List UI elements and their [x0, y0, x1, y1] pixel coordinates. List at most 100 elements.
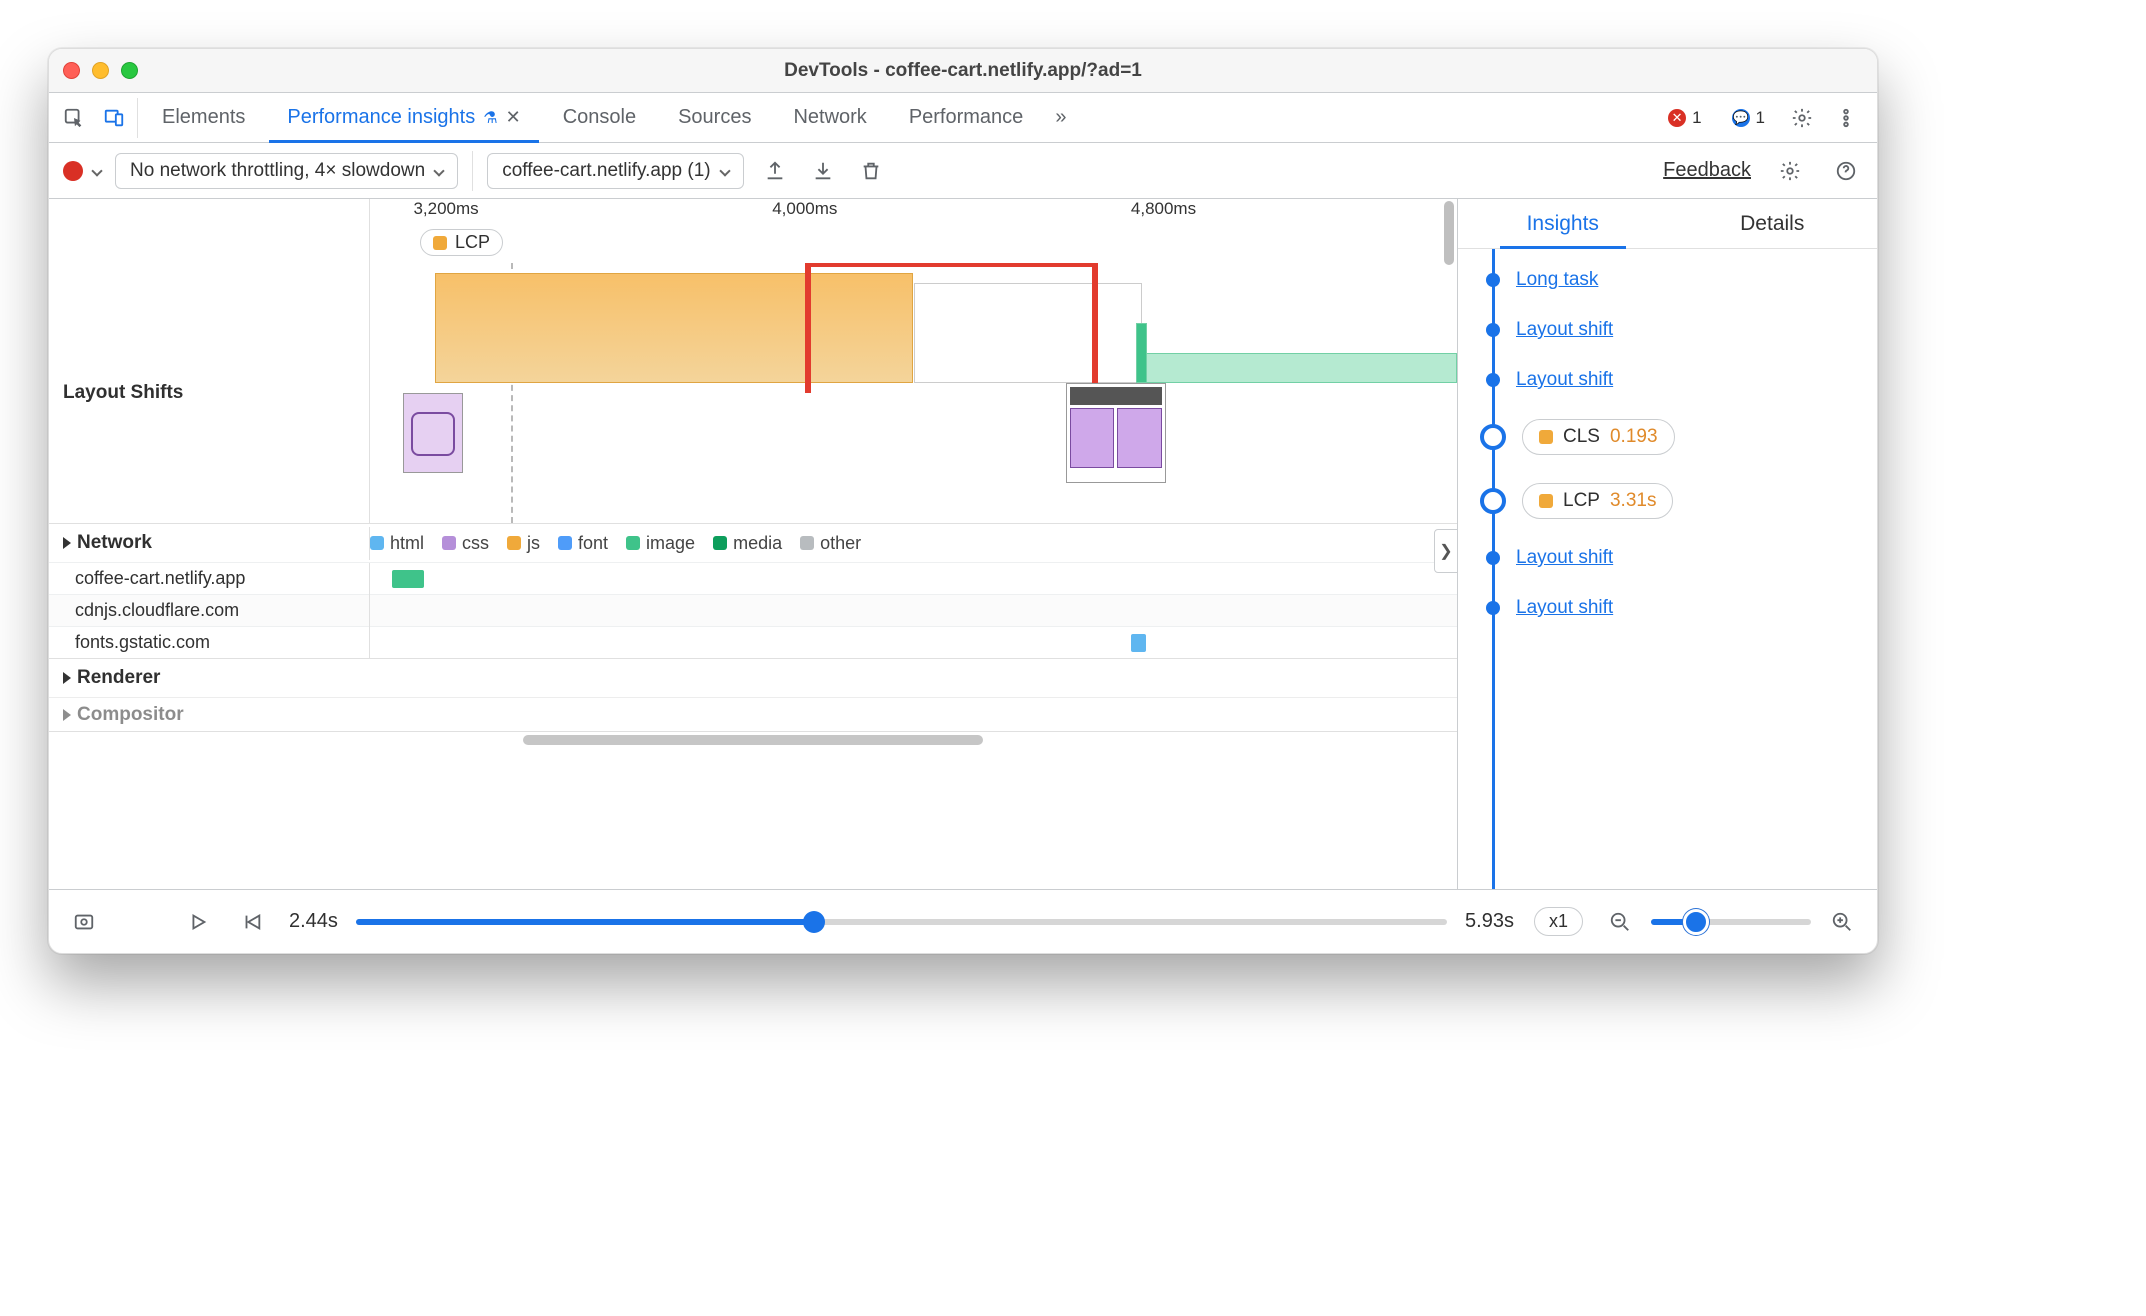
insight-item[interactable]: Layout shift: [1472, 355, 1857, 405]
lcp-pill-label: LCP: [455, 232, 490, 253]
timeline-node-icon: [1486, 273, 1500, 287]
recording-toolbar: No network throttling, 4× slowdown coffe…: [49, 143, 1877, 199]
screenshot-thumbnail[interactable]: [403, 393, 463, 473]
page-select[interactable]: coffee-cart.netlify.app (1): [487, 153, 743, 189]
slider-handle[interactable]: [803, 911, 825, 933]
import-icon[interactable]: [806, 154, 840, 188]
zoom-in-icon[interactable]: [1825, 905, 1859, 939]
error-badge[interactable]: ✕ 1: [1658, 106, 1711, 130]
speed-label: x1: [1549, 911, 1568, 931]
tab-performance-insights[interactable]: Performance insights ⚗ ✕: [269, 93, 538, 142]
delete-icon[interactable]: [854, 154, 888, 188]
legend-font: font: [578, 533, 608, 554]
record-button[interactable]: [63, 161, 83, 181]
slider-handle[interactable]: [1683, 909, 1709, 935]
panel-body: 3,200ms 4,000ms 4,800ms LCP Layout Shift…: [49, 199, 1877, 889]
more-menu-icon[interactable]: [1829, 101, 1863, 135]
message-icon: 💬: [1732, 109, 1750, 127]
collapse-sidebar-button[interactable]: ❯: [1434, 529, 1457, 573]
export-icon[interactable]: [758, 154, 792, 188]
insight-item[interactable]: Layout shift: [1472, 305, 1857, 355]
insight-item-metric[interactable]: LCP 3.31s: [1472, 469, 1857, 533]
legend-js: js: [527, 533, 540, 554]
zoom-out-icon[interactable]: [1603, 905, 1637, 939]
main-tabstrip: Elements Performance insights ⚗ ✕ Consol…: [49, 93, 1877, 143]
time-ruler[interactable]: 3,200ms 4,000ms 4,800ms: [370, 199, 1457, 225]
range-end-label: 5.93s: [1465, 910, 1514, 933]
rewind-icon[interactable]: [235, 905, 269, 939]
insight-link[interactable]: Layout shift: [1516, 319, 1613, 341]
sidebar-tab-insights[interactable]: Insights: [1458, 199, 1668, 248]
device-toggle-icon[interactable]: [97, 101, 131, 135]
metric-pill[interactable]: CLS 0.193: [1522, 419, 1675, 455]
horizontal-scrollbar[interactable]: [49, 731, 1457, 747]
error-count: 1: [1692, 108, 1701, 128]
timeline-main: 3,200ms 4,000ms 4,800ms LCP Layout Shift…: [49, 199, 1457, 889]
row-renderer[interactable]: Renderer: [49, 658, 1457, 697]
insight-link[interactable]: Layout shift: [1516, 369, 1613, 391]
feedback-link[interactable]: Feedback: [1663, 159, 1751, 182]
ruler-tick: 4,000ms: [772, 199, 837, 219]
tab-elements[interactable]: Elements: [144, 93, 263, 142]
insight-item-metric[interactable]: CLS 0.193: [1472, 405, 1857, 469]
range-start-label: 2.44s: [289, 910, 338, 933]
metric-name: CLS: [1563, 426, 1600, 448]
record-menu-chevron-icon[interactable]: [91, 165, 102, 176]
legend-image: image: [646, 533, 695, 554]
insights-list[interactable]: Long task Layout shift Layout shift CLS …: [1458, 249, 1877, 889]
insight-link[interactable]: Long task: [1516, 269, 1598, 291]
metric-pill[interactable]: LCP 3.31s: [1522, 483, 1673, 519]
row-compositor[interactable]: Compositor: [49, 697, 1457, 731]
tab-performance[interactable]: Performance: [891, 93, 1042, 142]
chevron-double-right-icon: »: [1055, 106, 1066, 129]
tab-label: Performance insights: [287, 106, 475, 129]
network-origin-row[interactable]: fonts.gstatic.com: [49, 626, 1457, 658]
insight-item[interactable]: Long task: [1472, 255, 1857, 305]
zoom-slider[interactable]: [1651, 919, 1811, 925]
network-origin-row[interactable]: coffee-cart.netlify.app: [49, 562, 1457, 594]
sidebar-tab-details[interactable]: Details: [1668, 199, 1878, 248]
selection-box: [805, 263, 1098, 393]
message-badge[interactable]: 💬 1: [1722, 106, 1775, 130]
insight-item[interactable]: Layout shift: [1472, 533, 1857, 583]
play-icon[interactable]: [181, 905, 215, 939]
help-icon[interactable]: [1829, 154, 1863, 188]
tab-network[interactable]: Network: [775, 93, 884, 142]
timeline-node-icon: [1486, 601, 1500, 615]
row-network[interactable]: Network html css js font image media oth…: [49, 523, 1457, 562]
vertical-scrollbar[interactable]: [1441, 199, 1457, 569]
settings-icon[interactable]: [1785, 101, 1819, 135]
insight-item[interactable]: Layout shift: [1472, 583, 1857, 633]
timeline-node-icon: [1480, 488, 1506, 514]
throttling-select[interactable]: No network throttling, 4× slowdown: [115, 153, 458, 189]
playback-speed-button[interactable]: x1: [1534, 907, 1583, 936]
request-bar: [392, 570, 425, 588]
tab-sources[interactable]: Sources: [660, 93, 769, 142]
insight-link[interactable]: Layout shift: [1516, 547, 1613, 569]
page-select-label: coffee-cart.netlify.app (1): [502, 160, 710, 182]
screenshot-thumbnail[interactable]: [1066, 383, 1166, 483]
network-legend: html css js font image media other: [370, 527, 1457, 560]
time-range-slider[interactable]: 2.44s 5.93s: [289, 910, 1514, 933]
network-origin-row[interactable]: cdnjs.cloudflare.com: [49, 594, 1457, 626]
toggle-preview-icon[interactable]: [67, 905, 101, 939]
playback-footer: 2.44s 5.93s x1: [49, 889, 1877, 953]
layout-shifts-track[interactable]: [369, 263, 1457, 523]
inspect-element-icon[interactable]: [57, 101, 91, 135]
insight-link[interactable]: Layout shift: [1516, 597, 1613, 619]
timeline-node-icon: [1486, 551, 1500, 565]
network-label: Network: [77, 532, 152, 554]
ruler-tick: 3,200ms: [413, 199, 478, 219]
overflow-tabs-button[interactable]: »: [1047, 93, 1074, 142]
square-icon: [433, 236, 447, 250]
panel-settings-icon[interactable]: [1773, 154, 1807, 188]
close-tab-icon[interactable]: ✕: [506, 107, 521, 128]
tab-label: Details: [1740, 212, 1804, 236]
square-icon: [1539, 430, 1553, 444]
lcp-marker-pill[interactable]: LCP: [420, 229, 503, 256]
chevron-down-icon: [719, 165, 730, 176]
tab-label: Console: [563, 106, 636, 129]
origin-label: fonts.gstatic.com: [49, 624, 369, 661]
chevron-down-icon: [434, 165, 445, 176]
tab-console[interactable]: Console: [545, 93, 654, 142]
